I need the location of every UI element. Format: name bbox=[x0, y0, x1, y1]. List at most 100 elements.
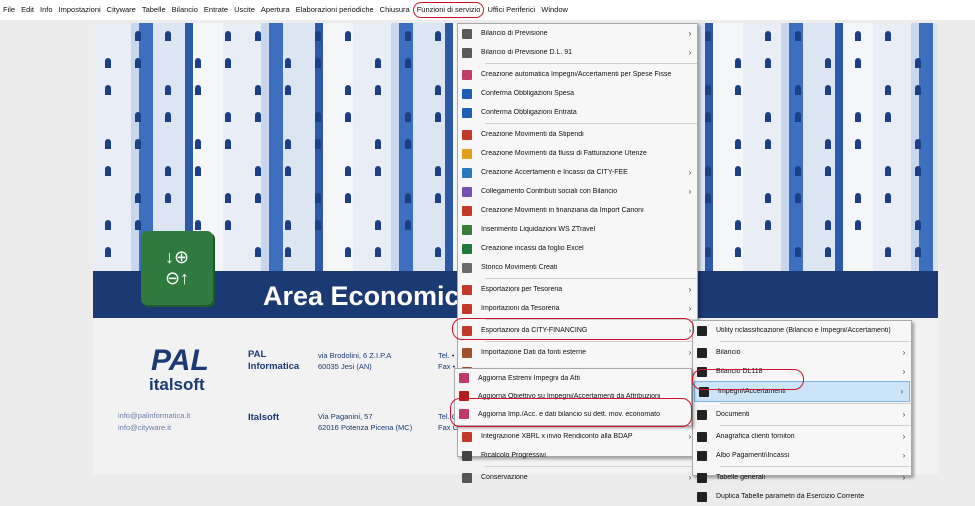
house-window-icon bbox=[315, 112, 321, 122]
menu-icon bbox=[697, 366, 707, 377]
menu-icon bbox=[697, 431, 707, 442]
menu-item-documenti[interactable]: Documenti › bbox=[693, 405, 911, 424]
menu-item-anagrafica-clienti-fornitori[interactable]: Anagrafica clienti fornitori › bbox=[693, 427, 911, 446]
email1[interactable]: info@palinformatica.it bbox=[118, 411, 190, 420]
menu-window[interactable]: Window bbox=[538, 0, 571, 20]
house-window-icon bbox=[375, 139, 381, 149]
chevron-right-icon: › bbox=[688, 187, 692, 196]
menu-item-tabelle-generali[interactable]: Tabelle generali › bbox=[693, 468, 911, 487]
menu-item-albo-pagamenti-incassi[interactable]: Albo Pagamenti\Incassi › bbox=[693, 446, 911, 465]
menu-elaborazioni-periodiche[interactable]: Elaborazioni periodiche bbox=[293, 0, 377, 20]
tel1: Tel. • bbox=[438, 351, 455, 360]
house-window-icon bbox=[195, 58, 201, 68]
house-window-icon bbox=[435, 193, 441, 203]
menu-bilancio[interactable]: Bilancio bbox=[169, 0, 201, 20]
menu-item-duplica-tabelle-parametri-da-esercizio-corrente[interactable]: Duplica Tabelle parametri da Esercizio C… bbox=[693, 487, 911, 506]
house-window-icon bbox=[285, 58, 291, 68]
menu-uscite[interactable]: Uscite bbox=[231, 0, 258, 20]
update-icon bbox=[459, 409, 469, 419]
menu-item-conferma-obbligazioni-spesa[interactable]: Conferma Obbligazioni Spesa bbox=[458, 84, 697, 103]
menu-entrate[interactable]: Entrate bbox=[201, 0, 231, 20]
menu-edit[interactable]: Edit bbox=[18, 0, 37, 20]
house-window-icon bbox=[315, 220, 321, 230]
house-window-icon bbox=[855, 112, 861, 122]
menu-item-creazione-movimenti-da-stipendi[interactable]: Creazione Movimenti da Stipendi bbox=[458, 125, 697, 144]
house-window-icon bbox=[705, 112, 711, 122]
menu-item-creazione-accertamenti-e-incassi-da-city-fee[interactable]: Creazione Accertamenti e Incassi da CITY… bbox=[458, 163, 697, 182]
menu-separator bbox=[485, 278, 697, 279]
menu-item-creazione-incassi-da-foglio-excel[interactable]: Creazione incassi da foglio Excel bbox=[458, 239, 697, 258]
menu-item-importazione-dati-da-fonti-esterne[interactable]: Importazione Dati da fonti esterne › bbox=[458, 343, 697, 362]
menu-icon bbox=[697, 472, 707, 483]
menu-item-aggiorna-obiettivo-su-impegni-accertamenti-da-attribuzioni[interactable]: Aggiorna Obiettivo su Impegni/Accertamen… bbox=[455, 387, 691, 405]
menu-item-aggiorna-estremi-impegni-da-atti[interactable]: Aggiorna Estremi Impegni da Atti bbox=[455, 369, 691, 387]
archive-icon bbox=[462, 472, 472, 483]
house-window-icon bbox=[165, 31, 171, 41]
house-window-icon bbox=[705, 85, 711, 95]
menu-impostazioni[interactable]: Impostazioni bbox=[56, 0, 104, 20]
house-window-icon bbox=[705, 193, 711, 203]
menu-item-integrazione-xbrl-x-invio-rendiconto-alla-bdap[interactable]: Integrazione XBRL x invio Rendiconto all… bbox=[458, 427, 697, 446]
menu-item-storico-movimenti-creati[interactable]: Storico Movimenti Creati bbox=[458, 258, 697, 277]
menu-item-label: Bilancio di Previsione D.L. 91 bbox=[481, 49, 573, 56]
menu-item-collegamento-contributi-sociali-con-bilancio[interactable]: Collegamento Contributi sociali con Bila… bbox=[458, 182, 697, 201]
menu-info[interactable]: Info bbox=[37, 0, 56, 20]
menu-icon bbox=[699, 386, 709, 397]
menu-item-creazione-automatica-impegni-accertamenti-per-spese-fisse[interactable]: Creazione automatica Impegni/Accertament… bbox=[458, 65, 697, 84]
menu-item-label: Importazione Dati da fonti esterne bbox=[481, 349, 587, 356]
menu-uffici-periferici[interactable]: Uffici Periferici bbox=[484, 0, 538, 20]
menu-item-creazione-movimenti-da-flussi-di-fatturazione-utenze[interactable]: Creazione Movimenti da flussi di Fattura… bbox=[458, 144, 697, 163]
menu-separator bbox=[485, 319, 697, 320]
menu-item-esportazioni-per-tesoreria[interactable]: Esportazioni per Tesoreria › bbox=[458, 280, 697, 299]
menu-separator bbox=[720, 466, 911, 467]
house-window-icon bbox=[825, 220, 831, 230]
menu-item-conferma-obbligazioni-entrata[interactable]: Conferma Obbligazioni Entrata bbox=[458, 103, 697, 122]
house-window-icon bbox=[735, 220, 741, 230]
menu-item-label: Conferma Obbligazioni Spesa bbox=[481, 90, 574, 97]
menu-item-conservazione[interactable]: Conservazione › bbox=[458, 468, 697, 487]
menu-funzioni-di-servizio[interactable]: Funzioni di servizio bbox=[412, 2, 485, 18]
menu-icon bbox=[697, 325, 707, 336]
house-window-icon bbox=[345, 166, 351, 176]
menu-item-bilancio[interactable]: Bilancio › bbox=[693, 343, 911, 362]
menu-item-utility-riclassificazione-bilancio-e-impegni-accertamenti[interactable]: Utility riclassificazione (Bilancio e Im… bbox=[693, 321, 911, 340]
menu-item-bilancio-di-previsione-d-l-91[interactable]: Bilancio di Previsione D.L. 91 › bbox=[458, 43, 697, 62]
chevron-right-icon: › bbox=[688, 29, 692, 38]
email2[interactable]: info@cityware.it bbox=[118, 423, 171, 432]
menu-item-aggiorna-imp-acc-e-dati-bilancio-su-dett-mov-economato[interactable]: Aggiorna Imp./Acc. e dati bilancio su de… bbox=[455, 405, 691, 423]
menu-item-label: Inserimento Liquidazioni WS ZTravel bbox=[481, 226, 596, 233]
menu-item-bilancio-di-previsione[interactable]: Bilancio di Previsione › bbox=[458, 24, 697, 43]
menu-tabelle[interactable]: Tabelle bbox=[139, 0, 169, 20]
menu-item-esportazioni-da-city-financing[interactable]: Esportazioni da CITY-FINANCING › bbox=[458, 321, 697, 340]
menu-file[interactable]: File bbox=[0, 0, 18, 20]
house-window-icon bbox=[705, 166, 711, 176]
menu-item-label: Importazioni da Tesoreria bbox=[481, 305, 560, 312]
house-window-icon bbox=[915, 166, 921, 176]
chevron-right-icon: › bbox=[902, 367, 906, 376]
menu-apertura[interactable]: Apertura bbox=[258, 0, 293, 20]
house-window-icon bbox=[315, 139, 321, 149]
menu-chiusura[interactable]: Chiusura bbox=[377, 0, 413, 20]
plus-circle-icon bbox=[462, 107, 472, 118]
menu-item-label: Documenti bbox=[716, 411, 750, 418]
menu-item-impegni-accertamenti[interactable]: Impegni\Accertamenti › bbox=[694, 381, 910, 402]
house-window-icon bbox=[915, 247, 921, 257]
menu-separator bbox=[485, 341, 697, 342]
house-window-icon bbox=[135, 139, 141, 149]
menu-item-bilancio-dl118[interactable]: Bilancio DL118 › bbox=[693, 362, 911, 381]
menu-cityware[interactable]: Cityware bbox=[104, 0, 139, 20]
chevron-right-icon: › bbox=[900, 387, 904, 396]
house-window-icon bbox=[105, 166, 111, 176]
house-window-icon bbox=[315, 193, 321, 203]
house-window-icon bbox=[135, 193, 141, 203]
menu-item-label: Bilancio DL118 bbox=[716, 368, 763, 375]
house-window-icon bbox=[735, 58, 741, 68]
excel-icon bbox=[462, 243, 472, 254]
menu-item-inserimento-liquidazioni-ws-ztravel[interactable]: Inserimento Liquidazioni WS ZTravel bbox=[458, 220, 697, 239]
house-window-icon bbox=[795, 166, 801, 176]
menu-item-label: Creazione Movimenti in finanziaria da Im… bbox=[481, 207, 644, 214]
menu-item-importazioni-da-tesoreria[interactable]: Importazioni da Tesoreria › bbox=[458, 299, 697, 318]
menu-item-creazione-movimenti-in-finanziaria-da-import-canoni[interactable]: Creazione Movimenti in finanziaria da Im… bbox=[458, 201, 697, 220]
menu-item-label: Bilancio di Previsione bbox=[481, 30, 548, 37]
menu-item-ricalcolo-progressivi[interactable]: Ricalcolo Progressivi bbox=[458, 446, 697, 465]
